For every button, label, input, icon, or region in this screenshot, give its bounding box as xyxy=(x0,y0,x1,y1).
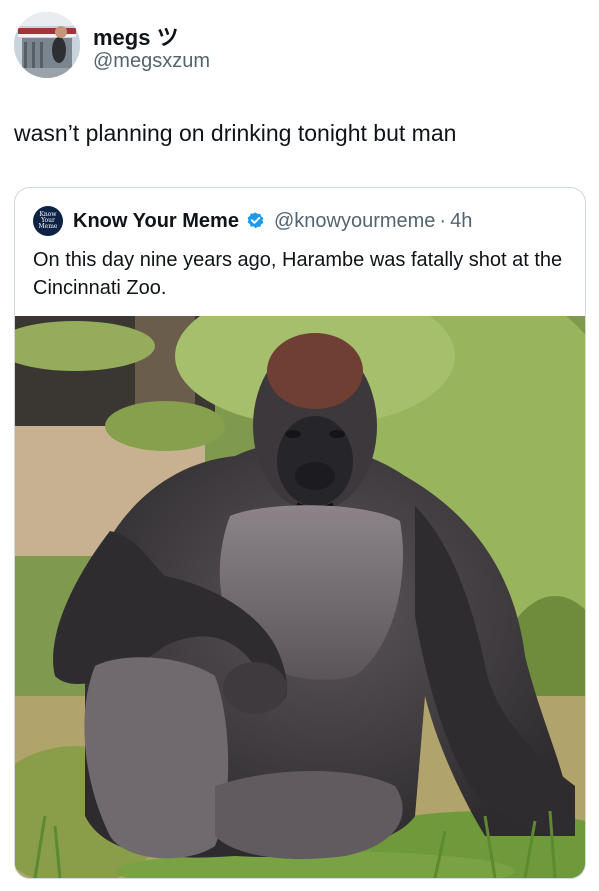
gorilla-photo[interactable] xyxy=(15,316,585,878)
separator-dot: · xyxy=(439,209,447,232)
author-avatar[interactable] xyxy=(14,12,80,78)
quoted-author-name[interactable]: Know Your Meme xyxy=(73,210,239,233)
quoted-tweet-timestamp[interactable]: 4h xyxy=(450,210,472,233)
author-handle[interactable]: @megsxzum xyxy=(93,50,210,73)
avatar-image xyxy=(14,12,80,78)
know-your-meme-logo[interactable]: Know Your Meme xyxy=(33,206,63,236)
quoted-tweet-header: Know Your Meme Know Your Meme @knowyourm… xyxy=(33,206,573,236)
author-display-name[interactable]: megs ツ xyxy=(93,20,179,52)
quoted-tweet-text: On this day nine years ago, Harambe was … xyxy=(33,249,563,299)
verified-badge-icon xyxy=(247,211,264,228)
tweet-header: megs ツ @megsxzum xyxy=(14,12,584,82)
quoted-author-handle[interactable]: @knowyourmeme xyxy=(274,210,435,233)
logo-text-line-3: Meme xyxy=(38,223,58,230)
quoted-tweet-card[interactable]: Know Your Meme Know Your Meme @knowyourm… xyxy=(14,187,586,879)
tweet-text: wasn’t planning on drinking tonight but … xyxy=(14,120,457,146)
